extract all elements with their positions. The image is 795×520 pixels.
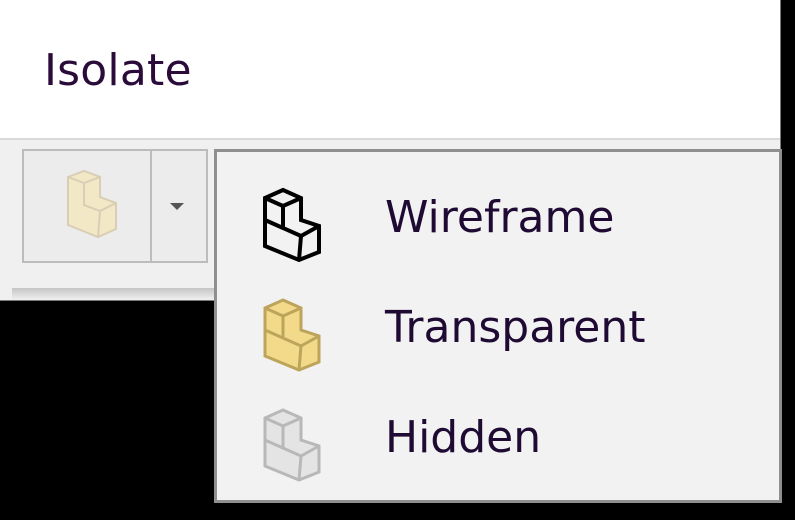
dropdown-arrow-icon[interactable] (162, 191, 192, 221)
panel-title: Isolate (44, 45, 192, 96)
isolate-split-button[interactable] (22, 149, 208, 263)
menu-item-hidden[interactable]: Hidden (217, 382, 779, 492)
transparent-part-icon (67, 169, 117, 239)
menu-item-hidden-label: Hidden (385, 412, 542, 463)
menu-item-wireframe[interactable]: Wireframe (217, 162, 779, 272)
transparent-part-icon (263, 298, 321, 372)
panel-header: Isolate (0, 0, 780, 140)
panel-shadow (12, 288, 217, 300)
wireframe-part-icon (263, 187, 321, 263)
menu-item-transparent[interactable]: Transparent (217, 272, 779, 382)
menu-item-wireframe-label: Wireframe (385, 192, 615, 243)
isolate-mode-menu: Wireframe Transparent Hidden (214, 149, 782, 503)
hidden-part-icon (263, 408, 321, 482)
menu-item-transparent-label: Transparent (385, 302, 646, 353)
isolate-main-button[interactable] (24, 151, 152, 261)
